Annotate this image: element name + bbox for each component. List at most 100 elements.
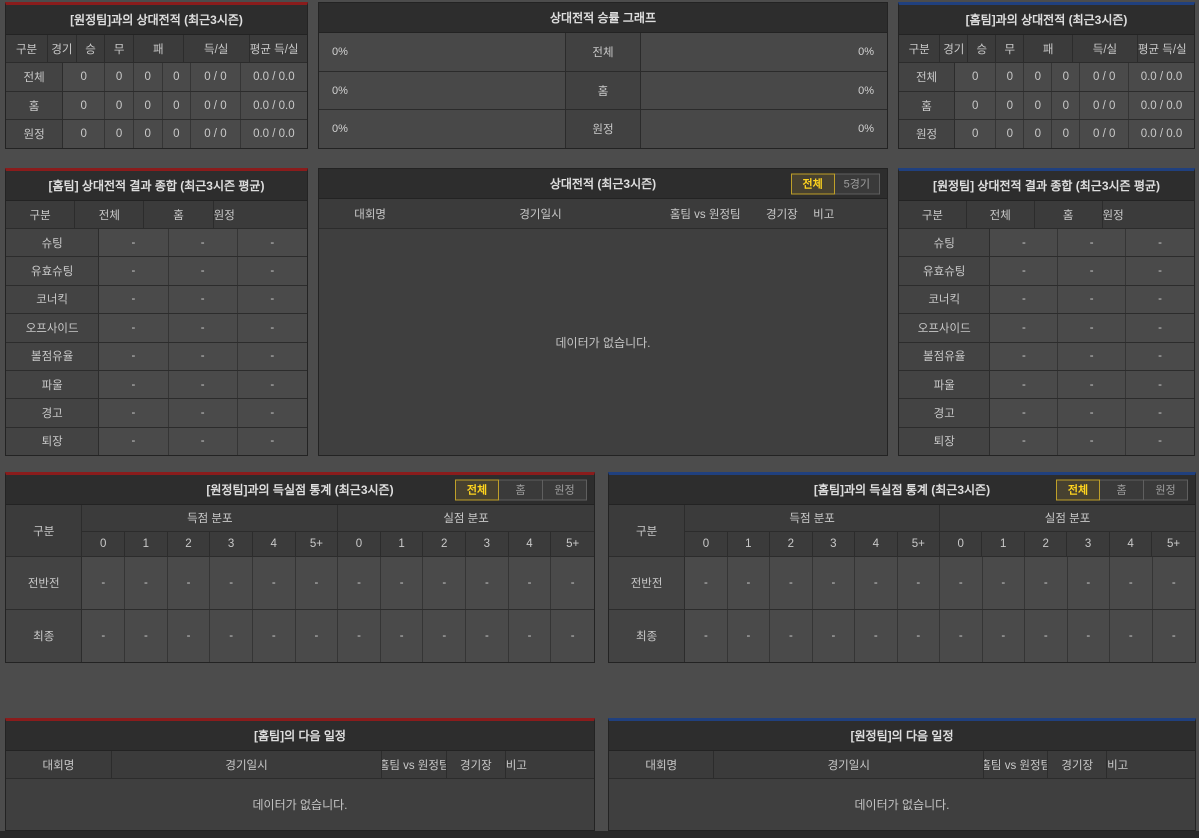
filter-button-away[interactable]: 원정 bbox=[1144, 479, 1188, 500]
column-header: 경기 bbox=[48, 35, 77, 62]
table-cell: - bbox=[237, 399, 307, 427]
table-cell: 0 / 0 bbox=[191, 91, 241, 120]
table-row: 코너킥 - - - bbox=[6, 285, 307, 315]
panel-title: [원정팀]과의 상대전적 (최근3시즌) bbox=[6, 5, 307, 35]
table-cell: - bbox=[168, 370, 238, 399]
winrate-label: 전체 bbox=[566, 33, 640, 71]
table-header-row: 대회명 경기일시 홈팀 vs 원정팀 경기장 비고 bbox=[609, 751, 1195, 779]
goal-header-right: 득점 분포 실점 분포 0 1 2 3 4 5+ 0 1 2 3 4 5+ bbox=[82, 505, 594, 556]
goals-vs-away-panel: [원정팀]과의 득실점 통계 (최근3시즌) 전체 홈 원정 구분 득점 분포 … bbox=[5, 472, 595, 663]
goal-table-header: 구분 득점 분포 실점 분포 0 1 2 3 4 5+ 0 1 2 3 4 5+ bbox=[609, 505, 1195, 557]
column-header: 대회명 bbox=[609, 751, 715, 778]
filter-button-away[interactable]: 원정 bbox=[543, 479, 587, 500]
table-row: 오프사이드 - - - bbox=[6, 314, 307, 343]
sub-column-header: 3 bbox=[466, 532, 509, 556]
filter-button-home[interactable]: 홈 bbox=[1100, 479, 1144, 500]
table-body: 전체 0 0 0 0 0 / 0 0.0 / 0.0 홈 0 0 0 0 0 /… bbox=[899, 63, 1194, 149]
sub-column-header: 0 bbox=[940, 532, 983, 556]
h2h-list-panel: 상대전적 (최근3시즌) 전체 5경기 대회명 경기일시 홈팀 vs 원정팀 경기장 비… bbox=[318, 168, 888, 456]
panel-title: [홈팀] 상대전적 결과 종합 (최근3시즌 평균) bbox=[6, 171, 307, 201]
winrate-row: 0% 전체 0% bbox=[319, 33, 887, 72]
table-cell: - bbox=[1058, 229, 1127, 257]
table-cell: - bbox=[99, 342, 169, 370]
table-body: 슈팅 - - - 유효슈팅 - - - 코너킥 - - - 오프사이드 - - … bbox=[899, 229, 1194, 455]
sub-column-header: 2 bbox=[1025, 532, 1068, 556]
row-label: 홈 bbox=[6, 91, 64, 120]
table-row: 경고 - - - bbox=[899, 399, 1194, 428]
sub-column-header: 1 bbox=[728, 532, 771, 556]
table-cell: - bbox=[295, 557, 339, 609]
row-label: 경고 bbox=[899, 399, 991, 427]
table-cell: - bbox=[99, 399, 169, 427]
table-cell: - bbox=[99, 257, 169, 285]
table-cell: 0 bbox=[1052, 91, 1081, 120]
table-cell: - bbox=[1058, 399, 1127, 427]
filter-button-all[interactable]: 전체 bbox=[455, 479, 499, 500]
table-row: 유효슈팅 - - - bbox=[899, 257, 1194, 286]
panel-title-text: 상대전적 (최근3시즌) bbox=[549, 177, 657, 191]
column-header: 대회명 bbox=[6, 751, 112, 778]
row-label: 코너킥 bbox=[6, 285, 100, 314]
panel-title: 상대전적 (최근3시즌) 전체 5경기 bbox=[319, 169, 887, 199]
table-cell: - bbox=[99, 427, 169, 455]
table-cell: 0 bbox=[133, 91, 163, 120]
table-cell: 0 bbox=[955, 120, 997, 149]
column-header: 경기장 bbox=[447, 751, 506, 778]
column-header: 대회명 bbox=[354, 208, 386, 221]
column-header: 경기일시 bbox=[714, 751, 985, 778]
table-cell: 0.0 / 0.0 bbox=[240, 91, 307, 120]
h2h-home-panel: [홈팀]과의 상대전적 (최근3시즌) 구분 경기 승 무 패 득/실 평균 득/실 전체 … bbox=[898, 2, 1195, 149]
table-cell: 0.0 / 0.0 bbox=[1129, 120, 1194, 149]
filter-button-5games[interactable]: 5경기 bbox=[834, 173, 880, 194]
corner-header: 구분 bbox=[6, 505, 83, 556]
filter-button-all[interactable]: 전체 bbox=[1056, 479, 1100, 500]
winrate-bar-right: 0% bbox=[640, 33, 887, 71]
table-cell: - bbox=[237, 285, 307, 314]
sub-column-header: 4 bbox=[509, 532, 552, 556]
filter-button-all[interactable]: 전체 bbox=[790, 173, 835, 194]
table-cell: - bbox=[168, 314, 238, 342]
table-cell: - bbox=[380, 557, 424, 609]
table-body: 전반전 - - - - - - - - - - - - 최종 - - - - -… bbox=[6, 557, 594, 662]
filter-button-home[interactable]: 홈 bbox=[499, 479, 543, 500]
table-cell: - bbox=[727, 557, 771, 609]
table-cell: - bbox=[295, 610, 339, 662]
table-cell: - bbox=[812, 557, 856, 609]
column-header: 원정 bbox=[1102, 209, 1124, 222]
table-cell: - bbox=[1126, 285, 1194, 314]
table-cell: 0.0 / 0.0 bbox=[240, 63, 307, 91]
column-header: 경기장 bbox=[1048, 751, 1108, 778]
table-cell: 0 bbox=[996, 120, 1025, 149]
column-header: 전체 bbox=[967, 201, 1035, 228]
sub-column-header: 0 bbox=[685, 532, 728, 556]
table-cell: - bbox=[551, 610, 594, 662]
table-cell: - bbox=[99, 229, 169, 257]
table-cell: - bbox=[237, 257, 307, 285]
row-label: 원정 bbox=[899, 120, 956, 149]
sub-column-header: 1 bbox=[982, 532, 1025, 556]
table-cell: 0 bbox=[1052, 63, 1081, 91]
column-header: 승 bbox=[968, 35, 997, 62]
table-cell: 0 / 0 bbox=[1080, 120, 1130, 149]
table-cell: - bbox=[940, 610, 983, 662]
column-header: 경기일시 bbox=[112, 751, 383, 778]
schedule-away-panel: [원정팀]의 다음 일정 대회명 경기일시 홈팀 vs 원정팀 경기장 비고 데이터가 … bbox=[608, 718, 1196, 831]
row-label: 원정 bbox=[6, 120, 64, 149]
table-cell: 0 bbox=[1024, 63, 1053, 91]
table-cell: - bbox=[508, 557, 552, 609]
table-cell: - bbox=[466, 610, 509, 662]
table-cell: - bbox=[1126, 342, 1194, 370]
row-label: 볼점유율 bbox=[6, 342, 100, 370]
table-cell: - bbox=[168, 399, 238, 427]
row-label: 전반전 bbox=[609, 557, 686, 609]
row-label: 경고 bbox=[6, 399, 100, 427]
table-cell: - bbox=[855, 557, 898, 609]
table-cell: - bbox=[210, 610, 253, 662]
column-header: 구분 bbox=[6, 35, 49, 62]
schedule-home-panel: [홈팀]의 다음 일정 대회명 경기일시 홈팀 vs 원정팀 경기장 비고 데이터가 없… bbox=[5, 718, 595, 831]
panel-title: 상대전적 승률 그래프 bbox=[319, 3, 887, 33]
panel-title: [원정팀] 상대전적 결과 종합 (최근3시즌 평균) bbox=[899, 171, 1194, 201]
table-cell: - bbox=[1025, 557, 1068, 609]
table-cell: - bbox=[168, 427, 238, 455]
table-row: 홈 0 0 0 0 0 / 0 0.0 / 0.0 bbox=[899, 91, 1194, 121]
